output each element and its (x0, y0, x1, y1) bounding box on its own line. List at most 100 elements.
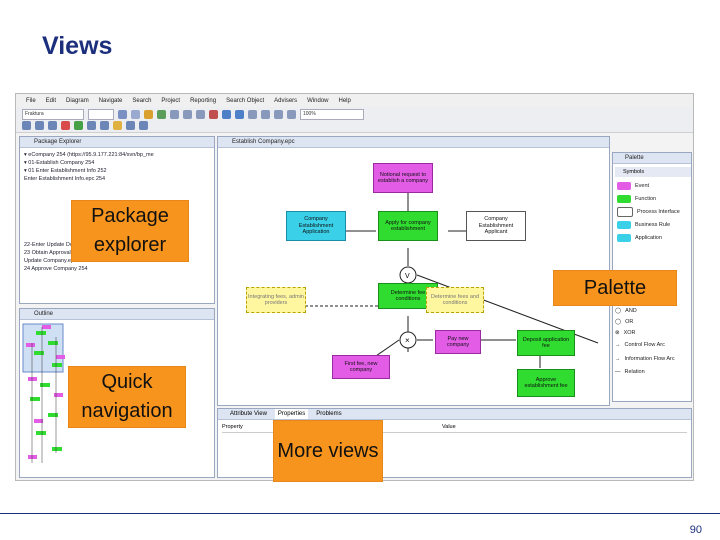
tab-attribute-view[interactable]: Attribute View (230, 409, 267, 419)
font-combo[interactable]: Fraktura (22, 109, 84, 120)
outline-tab[interactable]: Outline (20, 309, 214, 320)
run-icon[interactable] (74, 121, 83, 130)
annotation-node[interactable]: Determine fees and conditions (426, 287, 484, 313)
process-interface-icon (617, 206, 633, 217)
or-icon: ◯ (615, 318, 622, 325)
toolbar-row-2 (22, 120, 682, 131)
toolbar-row-1: Fraktura 100% (22, 109, 682, 120)
palette-tab[interactable]: Palette (613, 153, 691, 164)
tree-item[interactable]: ▾ 01 Enter Establishment Info 252 (24, 167, 214, 175)
menu-diagram[interactable]: Diagram (66, 98, 89, 104)
menu-file[interactable]: File (26, 98, 36, 104)
line-color-icon[interactable] (157, 110, 166, 119)
print-icon[interactable] (48, 121, 57, 130)
menu-help[interactable]: Help (339, 98, 351, 104)
forward-icon[interactable] (100, 121, 109, 130)
distribute-icon[interactable] (248, 110, 257, 119)
tree-item[interactable]: 24 Approve Company 254 (24, 265, 214, 273)
tab-problems[interactable]: Problems (316, 409, 341, 419)
size-combo[interactable] (88, 109, 114, 120)
palette-item[interactable]: ◯ AND (615, 305, 691, 316)
event-node[interactable]: Pay new company (435, 330, 481, 354)
refresh-icon[interactable] (139, 121, 148, 130)
bold-icon[interactable] (118, 110, 127, 119)
align-left-icon[interactable] (170, 110, 179, 119)
application-node[interactable]: Company Establishment Application (286, 211, 346, 241)
control-flow-icon: → (615, 342, 621, 348)
menu-reporting[interactable]: Reporting (190, 98, 216, 104)
palette-item-label: OR (625, 318, 634, 325)
package-explorer-tab[interactable]: Package Explorer (20, 137, 214, 148)
palette-item-label: Application (635, 234, 662, 241)
palette-item[interactable]: — Relation (615, 366, 691, 377)
event-node[interactable]: First fee, new company (332, 355, 390, 379)
editor-tab[interactable]: Establish Company.epc (218, 137, 609, 148)
delete-icon[interactable] (209, 110, 218, 119)
palette-section[interactable]: Symbols (615, 167, 691, 177)
italic-icon[interactable] (131, 110, 140, 119)
grid-icon[interactable] (261, 110, 270, 119)
palette-item-label: Control Flow Arc (624, 342, 665, 348)
xor-icon: ⊗ (615, 329, 620, 336)
tree-item[interactable]: ▾ eCompany 254 (https://95.9.177.221:84/… (24, 151, 214, 159)
callout-package-explorer: Package explorer (71, 200, 189, 262)
callout-quick-navigation: Quick navigation (68, 366, 186, 428)
annotation-node[interactable]: Integrating fees, admin providers (246, 287, 306, 313)
menu-advisers[interactable]: Advisers (274, 98, 297, 104)
menubar: File Edit Diagram Navigate Search Projec… (16, 94, 693, 107)
event-icon (617, 181, 631, 190)
page-number: 90 (689, 524, 702, 536)
connector-symbol: V (405, 273, 410, 280)
search-icon[interactable] (126, 121, 135, 130)
arrow-icon[interactable] (222, 110, 231, 119)
tree-item[interactable]: Enter Establishment Info.epc 254 (24, 175, 214, 183)
palette-item[interactable]: Application (617, 231, 691, 244)
function-node[interactable]: Deposit application fee (517, 330, 575, 356)
order-icon[interactable] (287, 110, 296, 119)
folder-icon[interactable] (113, 121, 122, 130)
save-icon[interactable] (35, 121, 44, 130)
zoom-combo[interactable]: 100% (300, 109, 364, 120)
menu-project[interactable]: Project (161, 98, 180, 104)
fill-color-icon[interactable] (144, 110, 153, 119)
menu-window[interactable]: Window (307, 98, 328, 104)
function-node[interactable]: Apply for company establishment (378, 211, 438, 241)
connection-icon[interactable] (235, 110, 244, 119)
palette-item[interactable]: Business Rule (617, 218, 691, 231)
palette-item[interactable]: ◯ OR (615, 316, 691, 327)
application-icon (617, 233, 631, 242)
palette-item[interactable]: Function (617, 192, 691, 205)
callout-palette: Palette (553, 270, 677, 306)
palette-item[interactable]: → Information Flow Arc (615, 352, 691, 366)
col-property: Property (222, 424, 243, 430)
tree-item[interactable]: ▾ 01-Establish Company 254 (24, 159, 214, 167)
function-node[interactable]: Approve establishment fee (517, 369, 575, 397)
toolbar: Fraktura 100% (16, 107, 693, 133)
menu-edit[interactable]: Edit (46, 98, 56, 104)
role-node[interactable]: Company Establishment Applicant (466, 211, 526, 241)
function-icon (617, 194, 631, 203)
palette-item-label: AND (625, 307, 637, 314)
palette-item-label: Function (635, 195, 657, 202)
align-center-icon[interactable] (183, 110, 192, 119)
new-icon[interactable] (22, 121, 31, 130)
back-icon[interactable] (87, 121, 96, 130)
stop-icon[interactable] (61, 121, 70, 130)
event-node[interactable]: Notional request to establish a company (373, 163, 433, 193)
tab-properties[interactable]: Properties (274, 409, 309, 419)
palette-symbols: Event Function Process Interface Busines… (617, 179, 691, 244)
callout-more-views: More views (273, 420, 383, 482)
palette-item[interactable]: Process Interface (617, 205, 691, 218)
bottom-tabs: Attribute View Properties Problems (218, 409, 691, 420)
palette-item[interactable]: ⊗ XOR (615, 327, 691, 338)
layers-icon[interactable] (274, 110, 283, 119)
menu-search-object[interactable]: Search Object (226, 98, 264, 104)
menu-search[interactable]: Search (132, 98, 151, 104)
palette-item[interactable]: → Control Flow Arc (615, 338, 691, 352)
palette-item[interactable]: Event (617, 179, 691, 192)
align-right-icon[interactable] (196, 110, 205, 119)
col-value: Value (442, 424, 456, 430)
menu-navigate[interactable]: Navigate (99, 98, 123, 104)
diagram-editor: Establish Company.epc × V Notional reque… (217, 136, 610, 406)
and-icon: ◯ (615, 307, 622, 314)
